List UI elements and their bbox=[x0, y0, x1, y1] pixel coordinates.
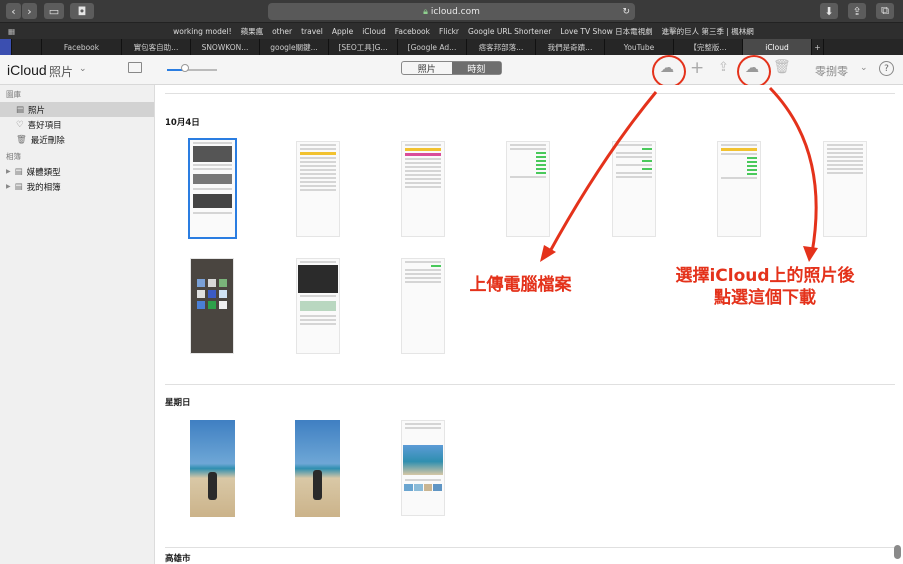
download-annotation-line1: 選擇iCloud上的照片後 bbox=[675, 266, 855, 286]
download-annotation-line2: 點選這個下載 bbox=[714, 288, 816, 308]
download-arrowhead bbox=[803, 246, 818, 262]
download-arrow bbox=[768, 86, 818, 254]
upload-annotation: 上傳電腦檔案 bbox=[469, 275, 572, 295]
upload-arrow bbox=[546, 91, 658, 256]
scrollbar[interactable] bbox=[894, 545, 901, 559]
